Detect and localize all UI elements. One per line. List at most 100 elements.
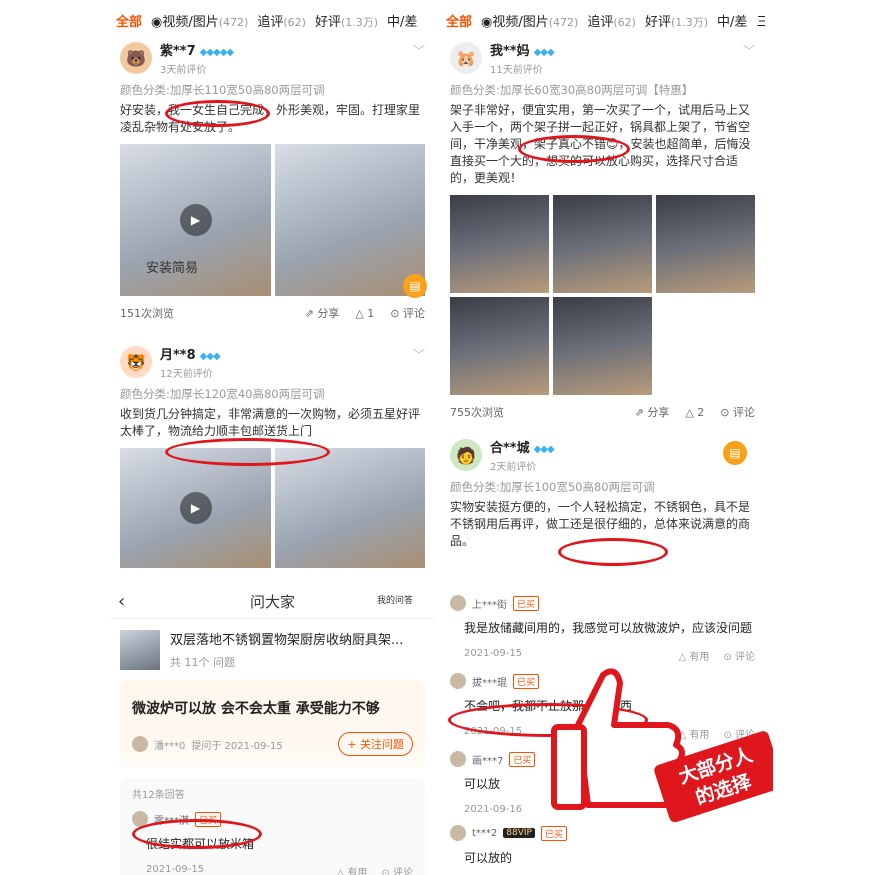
comment-label: 评论 bbox=[393, 868, 413, 875]
answer-text: 我是放储藏间用的，我感觉可以放微波炉，应该没问题 bbox=[464, 621, 753, 635]
review-card: 🐻 紫**7 ◆◆◆◆◆ 3天前评价 ﹀ 颜色分类:加厚长110宽50高80两层可… bbox=[110, 40, 435, 330]
review-stats: 755次浏览 ⇗ 分享 △ 2 ⊙ 评论 bbox=[450, 395, 755, 429]
review-video[interactable]: ▶ bbox=[120, 448, 271, 568]
qa-header: ‹ 问大家 我的问答 bbox=[110, 585, 435, 619]
reviewer-name: 月**8 bbox=[160, 348, 196, 363]
diamond-rank-icon: ◆◆◆ bbox=[199, 351, 221, 362]
review-tabs: 全部 ◉视频/图片(472) 追评(62) 好评(1.3万) 中/差 bbox=[110, 0, 435, 40]
view-count: 151次浏览 bbox=[120, 307, 174, 320]
review-date: 12天前评价 bbox=[160, 369, 213, 380]
chevron-down-icon[interactable]: ﹀ bbox=[743, 42, 755, 59]
product-title: 双层落地不锈钢置物架厨房收纳厨具架... bbox=[170, 633, 404, 648]
review-photos: ▶ 安装简易 bbox=[120, 144, 425, 296]
tab-all[interactable]: 全部 bbox=[446, 11, 472, 30]
avatar[interactable]: 🐯 bbox=[120, 346, 152, 378]
reviewer-name: 合**城 bbox=[490, 441, 530, 456]
share-button[interactable]: ⇗ 分享 bbox=[305, 305, 340, 321]
review-text: 架子非常好，便宜实用，第一次买了一个，试用后马上又入手一个，两个架子拼一起正好，… bbox=[450, 103, 751, 185]
diamond-rank-icon: ◆◆◆◆◆ bbox=[199, 47, 234, 58]
review-photo[interactable] bbox=[656, 195, 755, 293]
review-photo[interactable] bbox=[553, 195, 652, 293]
tab-followup[interactable]: 追评(62) bbox=[257, 11, 306, 30]
answerer-name: 拔***琨 bbox=[472, 677, 507, 689]
answerer-name: 画***7 bbox=[472, 755, 504, 767]
avatar bbox=[450, 595, 466, 611]
tab-count: (1.3万) bbox=[670, 15, 709, 29]
tab-count: (62) bbox=[283, 15, 306, 29]
variant-label: 颜色分类:加厚长60宽30高80两层可调【特惠】 bbox=[450, 83, 694, 97]
review-photo[interactable] bbox=[275, 144, 425, 296]
tab-count: (472) bbox=[218, 15, 249, 29]
avatar[interactable]: 🐹 bbox=[450, 42, 482, 74]
avatar bbox=[450, 751, 466, 767]
share-button[interactable]: ⇗ 分享 bbox=[635, 404, 670, 420]
answer-date: 2021-09-15 bbox=[146, 864, 205, 875]
tab-negative[interactable]: 中/差 bbox=[717, 11, 747, 30]
reviewer-name: 紫**7 bbox=[160, 44, 196, 59]
question-count: 共 11个 问题 bbox=[170, 656, 235, 669]
review-card: 🐯 月**8 ◆◆◆ 12天前评价 ﹀ 颜色分类:加厚长120宽40高80两层可调… bbox=[110, 274, 435, 568]
chevron-down-icon[interactable]: ﹀ bbox=[413, 42, 425, 59]
review-tabs: 全部 ◉视频/图片(472) 追评(62) 好评(1.3万) 中/差 三l bbox=[440, 0, 765, 40]
comment-button[interactable]: ⊙ 评论 bbox=[381, 864, 413, 875]
share-label: 分享 bbox=[647, 406, 670, 419]
comment-button[interactable]: ⊙ 评论 bbox=[720, 404, 755, 420]
note-icon[interactable]: ▤ bbox=[723, 441, 747, 465]
tab-label: 追评 bbox=[587, 14, 614, 30]
follow-question-button[interactable]: + 关注问题 bbox=[338, 732, 413, 756]
product-summary[interactable]: 双层落地不锈钢置物架厨房收纳厨具架... 共 11个 问题 bbox=[110, 619, 435, 680]
tab-positive[interactable]: 好评(1.3万) bbox=[315, 11, 378, 30]
answers-section: 共12条回答 零***淇 已买 很结实都可以放米箱 2021-09-15 △ 有… bbox=[120, 778, 425, 875]
question-text: 微波炉可以放 会不会太重 承受能力不够 bbox=[132, 701, 380, 717]
comment-label: 评论 bbox=[733, 406, 755, 419]
review-photo[interactable] bbox=[275, 448, 425, 568]
comment-button[interactable]: ⊙ 评论 bbox=[390, 305, 425, 321]
tab-negative[interactable]: 中/差 bbox=[387, 11, 417, 30]
photo-caption: 安装简易 bbox=[146, 261, 199, 276]
question-card: 微波炉可以放 会不会太重 承受能力不够 潘***0 提问于 2021-09-15… bbox=[120, 680, 425, 768]
tab-all[interactable]: 全部 bbox=[116, 11, 142, 30]
useful-button[interactable]: △ 有用 bbox=[337, 864, 368, 875]
chevron-down-icon[interactable]: ﹀ bbox=[413, 346, 425, 363]
avatar[interactable]: 🧑 bbox=[450, 439, 482, 471]
review-photo[interactable] bbox=[450, 297, 549, 395]
review-photos: ▶ bbox=[120, 448, 425, 568]
note-icon[interactable]: ▤ bbox=[403, 274, 427, 298]
play-icon[interactable]: ▶ bbox=[179, 204, 212, 236]
tab-label: ◉视频/图片 bbox=[481, 14, 549, 30]
tab-more[interactable]: 三l bbox=[756, 11, 765, 30]
answer-item: 上***街 已买 我是放储藏间用的，我感觉可以放微波炉，应该没问题 2021-09… bbox=[440, 595, 765, 663]
like-button[interactable]: △ 1 bbox=[355, 307, 374, 320]
review-photo[interactable] bbox=[450, 195, 549, 293]
reviewer-name: 我**妈 bbox=[490, 44, 530, 59]
tab-followup[interactable]: 追评(62) bbox=[587, 11, 636, 30]
review-text: 收到货几分钟搞定，非常满意的一次购物，必须五星好评太棒了，物流给力顺丰包邮送货上… bbox=[120, 407, 421, 438]
tab-positive[interactable]: 好评(1.3万) bbox=[645, 11, 708, 30]
review-photo[interactable] bbox=[553, 297, 652, 395]
tab-media[interactable]: ◉视频/图片(472) bbox=[151, 11, 248, 30]
view-count: 755次浏览 bbox=[450, 406, 504, 419]
avatar bbox=[450, 673, 466, 689]
answer-date: 2021-09-16 bbox=[464, 804, 523, 815]
like-count: 2 bbox=[697, 405, 705, 419]
tab-count: (1.3万) bbox=[340, 15, 379, 29]
tab-media[interactable]: ◉视频/图片(472) bbox=[481, 11, 578, 30]
answer-count: 共12条回答 bbox=[132, 790, 185, 801]
avatar bbox=[132, 736, 148, 752]
tab-label: 追评 bbox=[257, 14, 284, 30]
asked-date: 提问于 2021-09-15 bbox=[191, 740, 283, 752]
like-button[interactable]: △ 2 bbox=[685, 406, 704, 419]
review-date: 3天前评价 bbox=[160, 65, 207, 76]
review-card: 🧑 合**城 ◆◆◆ 2天前评价 ▤ 颜色分类:加厚长100宽50高80两层可调 … bbox=[440, 437, 765, 550]
answerer-name: 上***街 bbox=[472, 599, 507, 611]
bought-badge: 已买 bbox=[513, 595, 540, 611]
back-arrow-icon[interactable]: ‹ bbox=[118, 591, 125, 612]
variant-label: 颜色分类:加厚长120宽40高80两层可调 bbox=[120, 387, 325, 401]
play-icon[interactable]: ▶ bbox=[179, 492, 212, 524]
review-date: 2天前评价 bbox=[490, 462, 537, 473]
my-questions-link[interactable]: 我的问答 bbox=[377, 596, 413, 607]
review-photos bbox=[450, 195, 755, 395]
review-video[interactable]: ▶ 安装简易 bbox=[120, 144, 271, 296]
avatar[interactable]: 🐻 bbox=[120, 42, 152, 74]
review-panel-left: 全部 ◉视频/图片(472) 追评(62) 好评(1.3万) 中/差 🐻 紫**… bbox=[110, 0, 435, 583]
